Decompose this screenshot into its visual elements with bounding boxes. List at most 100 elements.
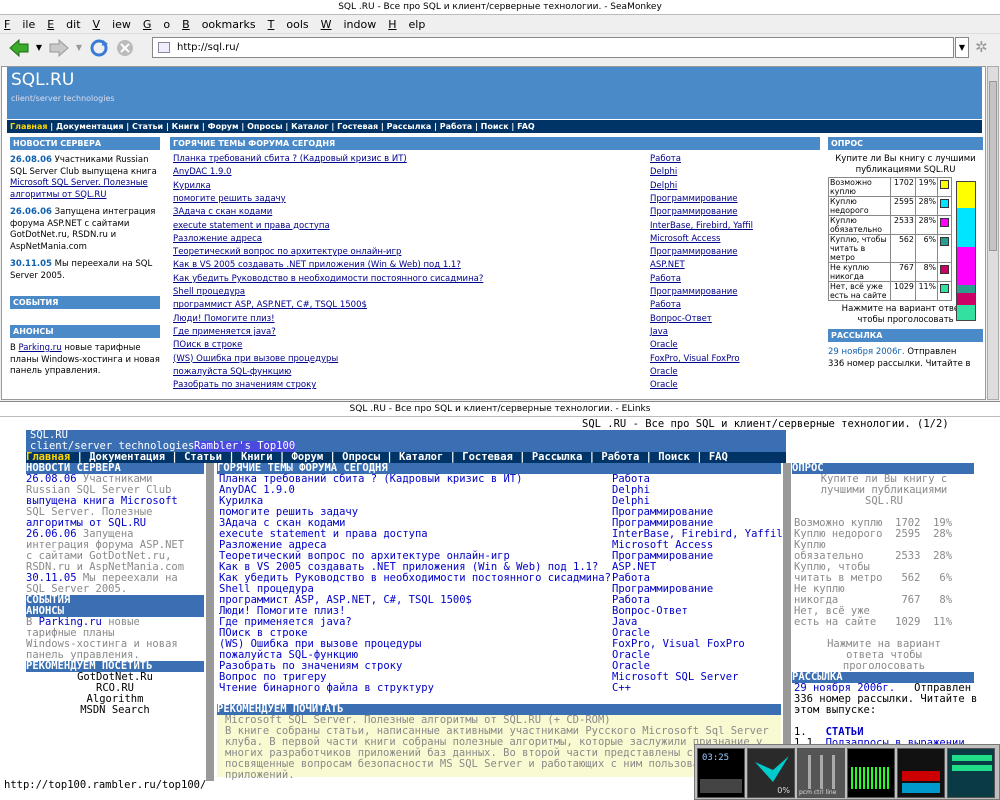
- poll-option-label[interactable]: Куплю обязательно: [828, 215, 891, 235]
- menu-tools[interactable]: Tools: [268, 18, 309, 31]
- menu-bookmarks[interactable]: Bookmarks: [182, 18, 255, 31]
- topic-link[interactable]: помогите решить задачу: [173, 194, 286, 204]
- elinks-nav-8[interactable]: Гостевая: [462, 451, 513, 463]
- media-player-applet[interactable]: 03:25: [697, 748, 745, 798]
- topic-link[interactable]: Теоретический вопрос по архитектуре онла…: [173, 247, 401, 257]
- forward-dropdown[interactable]: ▼: [74, 37, 84, 59]
- topic-link[interactable]: Как убедить Руководство в необходимости …: [173, 274, 483, 284]
- site-nav-8[interactable]: Гостевая: [337, 122, 378, 131]
- menu-view[interactable]: View: [93, 18, 131, 31]
- menu-edit[interactable]: Edit: [47, 18, 80, 31]
- site-nav-6[interactable]: Опросы: [247, 122, 283, 131]
- topic-category-link[interactable]: Delphi: [650, 167, 677, 177]
- player-controls[interactable]: [700, 779, 742, 793]
- news-book-link[interactable]: Microsoft SQL Server. Полезные алгоритмы…: [10, 178, 148, 200]
- topic-category-link[interactable]: Работа: [650, 154, 681, 164]
- topic-category-link[interactable]: Oracle: [650, 340, 678, 350]
- url-bar[interactable]: http://sql.ru/: [152, 37, 954, 58]
- page-scrollbar[interactable]: [987, 66, 999, 400]
- elinks-poll-option[interactable]: есть на сайте 1029 11%: [794, 617, 952, 628]
- url-dropdown-button[interactable]: ▼: [955, 37, 969, 58]
- topic-link[interactable]: Разложение адреса: [173, 234, 262, 244]
- site-nav-2[interactable]: Документация: [56, 122, 123, 131]
- elinks-nav-9[interactable]: Рассылка: [532, 451, 583, 463]
- poll-percent: 28%: [914, 196, 939, 216]
- site-nav-11[interactable]: Поиск: [481, 122, 509, 131]
- elinks-nav-10[interactable]: Работа: [601, 451, 639, 463]
- reload-icon: [90, 39, 108, 56]
- topic-category-link[interactable]: FoxPro, Visual FoxPro: [650, 354, 740, 364]
- topic-link[interactable]: программист ASP, ASP.NET, C#, TSQL 1500$: [173, 300, 367, 310]
- poll-option-row[interactable]: Куплю недорого 2595 28%: [828, 196, 952, 216]
- site-nav-9[interactable]: Рассылка: [387, 122, 432, 131]
- back-button[interactable]: [8, 37, 30, 59]
- topic-category-link[interactable]: Delphi: [650, 181, 677, 191]
- menu-go[interactable]: Go: [143, 18, 170, 31]
- parking-link[interactable]: Parking.ru: [19, 343, 62, 353]
- site-nav-4[interactable]: Книги: [172, 122, 199, 131]
- poll-option-row[interactable]: Куплю обязательно 2533 28%: [828, 215, 952, 235]
- topic-category-link[interactable]: Программирование: [650, 194, 738, 204]
- topic-category-link[interactable]: ASP.NET: [650, 260, 685, 270]
- poll-option-row[interactable]: Куплю, чтобы читать в метро 562 6%: [828, 234, 952, 263]
- mixer-applet[interactable]: pcm ctrl line: [797, 748, 845, 798]
- menu-window[interactable]: Window: [321, 18, 377, 31]
- site-nav-10[interactable]: Работа: [440, 122, 472, 131]
- topic-link[interactable]: execute statement и права доступа: [173, 221, 330, 231]
- poll-option-row[interactable]: Нет, всё уже есть на сайте 1029 11%: [828, 281, 952, 301]
- site-nav-7[interactable]: Каталог: [291, 122, 329, 131]
- elinks-nav-12[interactable]: FAQ: [709, 451, 728, 463]
- download-applet[interactable]: 0%: [747, 748, 795, 798]
- topic-category-link[interactable]: InterBase, Firebird, Yaffil: [650, 221, 753, 231]
- topic-category-link[interactable]: Microsoft Access: [650, 234, 720, 244]
- system-info-applet[interactable]: [947, 748, 995, 798]
- topic-link[interactable]: Разобрать по значениям строку: [173, 380, 316, 390]
- elinks-topic-link[interactable]: Чтение бинарного файла в структуру: [219, 683, 434, 694]
- reload-button[interactable]: [88, 37, 110, 59]
- poll-option-row[interactable]: Возможно куплю 1702 19%: [828, 177, 952, 197]
- topic-link[interactable]: AnyDAC 1.9.0: [173, 167, 232, 177]
- poll-option-label[interactable]: Не куплю никогда: [828, 262, 891, 282]
- elinks-topic-category[interactable]: C++: [612, 683, 631, 694]
- net-monitor-applet[interactable]: [897, 748, 945, 798]
- poll-option-label[interactable]: Куплю недорого: [828, 196, 891, 216]
- menu-file[interactable]: File: [4, 18, 35, 31]
- topic-link[interactable]: Shell процедура: [173, 287, 245, 297]
- site-nav-12[interactable]: FAQ: [517, 122, 535, 131]
- topic-category-link[interactable]: Вопрос-Ответ: [650, 314, 712, 324]
- topic-category-link[interactable]: Oracle: [650, 367, 678, 377]
- stop-button[interactable]: [114, 37, 136, 59]
- forward-button[interactable]: [48, 37, 70, 59]
- poll-option-row[interactable]: Не куплю никогда 767 8%: [828, 262, 952, 282]
- topic-category-link[interactable]: Oracle: [650, 380, 678, 390]
- site-nav-1[interactable]: Главная: [10, 122, 47, 131]
- poll-option-label[interactable]: Нет, всё уже есть на сайте: [828, 281, 891, 301]
- topic-category-link[interactable]: Работа: [650, 300, 681, 310]
- elinks-nav-11[interactable]: Поиск: [658, 451, 690, 463]
- recommend-link[interactable]: MSDN Search: [26, 705, 204, 716]
- topic-link[interactable]: Где применяется java?: [173, 327, 276, 337]
- topic-link[interactable]: Планка требований сбита ? (Кадровый криз…: [173, 154, 407, 164]
- site-nav-3[interactable]: Статьи: [132, 122, 163, 131]
- topic-category-link[interactable]: Java: [650, 327, 668, 337]
- topic-link[interactable]: Люди! Помогите плиз!: [173, 314, 275, 324]
- topic-link[interactable]: Как в VS 2005 создавать .NET приложения …: [173, 260, 461, 270]
- topic-link[interactable]: ПОиск в строке: [173, 340, 242, 350]
- topic-link[interactable]: Курилка: [173, 181, 211, 191]
- menu-help[interactable]: Help: [388, 18, 425, 31]
- elinks-nav-7[interactable]: Каталог: [399, 451, 443, 463]
- topic-link[interactable]: ЗАдача с скан кодами: [173, 207, 272, 217]
- poll-option-label[interactable]: Возможно куплю: [828, 177, 891, 197]
- topic-category-link[interactable]: Программирование: [650, 247, 738, 257]
- topic-category-link[interactable]: Работа: [650, 274, 681, 284]
- cpu-monitor-applet[interactable]: [847, 748, 895, 798]
- scrollbar-thumb[interactable]: [989, 81, 997, 251]
- poll-option-label[interactable]: Куплю, чтобы читать в метро: [828, 234, 891, 263]
- topic-category-link[interactable]: Программирование: [650, 207, 738, 217]
- topic-link[interactable]: (WS) Ошибка при вызове процедуры: [173, 354, 338, 364]
- site-logo[interactable]: SQL.RU: [11, 70, 74, 90]
- topic-link[interactable]: пожалуйста SQL-функцию: [173, 367, 291, 377]
- topic-category-link[interactable]: Программирование: [650, 287, 738, 297]
- back-dropdown[interactable]: ▼: [34, 37, 44, 59]
- site-nav-5[interactable]: Форум: [208, 122, 239, 131]
